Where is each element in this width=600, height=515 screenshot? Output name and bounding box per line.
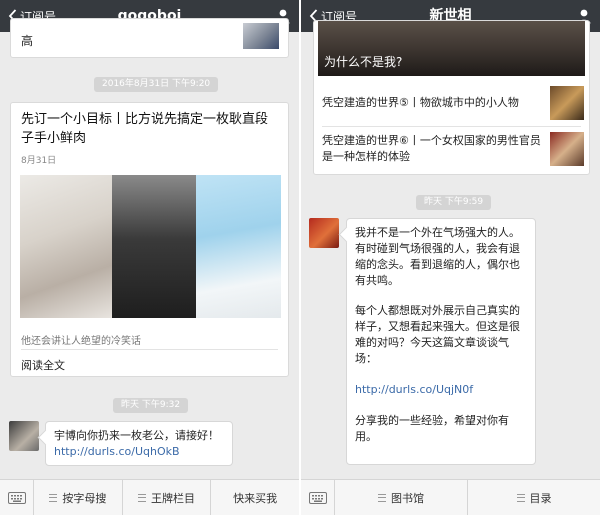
menu-item-shop[interactable]: 快来买我 xyxy=(211,480,299,515)
menu-item-search-by-letter[interactable]: 按字母搜 xyxy=(34,480,123,515)
message-paragraph-2: 每个人都想既对外展示自己真实的样子，又想看起来强大。但这是很难的对吗？今天这篇文… xyxy=(355,304,520,365)
menu-label: 按字母搜 xyxy=(62,491,107,505)
message-bubble[interactable]: 宇博向你扔来一枚老公，请接好！ http://durls.co/UqhOkB xyxy=(45,421,233,466)
chat-gogoboi: 订阅号 gogoboi 高 2016年8月31日 下午9:20 先订一个小目标丨… xyxy=(0,0,299,515)
article-item-2[interactable]: 凭空建造的世界⑥丨一个女权国家的男性官员是一种怎样的体验 xyxy=(314,129,591,173)
menu-label: 快来买我 xyxy=(233,491,278,505)
menu-bars-icon xyxy=(378,493,386,502)
menu-label: 目录 xyxy=(529,491,552,505)
divider xyxy=(21,349,278,350)
menu-label: 王牌栏目 xyxy=(151,491,195,505)
divider xyxy=(322,126,581,127)
timestamp: 昨天 下午9:59 xyxy=(416,195,492,210)
timestamp: 昨天 下午9:32 xyxy=(113,398,189,413)
cover-caption: 为什么不是我? xyxy=(324,55,403,69)
article-date: 8月31日 xyxy=(21,156,57,166)
chat-xinshixiang: 订阅号 新世相 为什么不是我? 凭空建造的世界⑤丨物欲城市中的小人物 凭空建造的… xyxy=(301,0,600,515)
menu-item-library[interactable]: 图书馆 xyxy=(335,480,468,515)
timestamp: 2016年8月31日 下午9:20 xyxy=(94,77,219,92)
keyboard-icon xyxy=(7,492,26,504)
screenshot: 订阅号 gogoboi 高 2016年8月31日 下午9:20 先订一个小目标丨… xyxy=(0,0,600,515)
message-paragraph-3: 分享我的一些经验，希望对你有用。 xyxy=(355,414,509,443)
card-tail-text: 高 xyxy=(21,34,34,48)
multi-article-card[interactable]: 为什么不是我? 凭空建造的世界⑤丨物欲城市中的小人物 凭空建造的世界⑥丨一个女权… xyxy=(313,20,590,175)
article-cover-image xyxy=(20,175,281,318)
menu-item-top-columns[interactable]: 王牌栏目 xyxy=(123,480,212,515)
cover-photo-2 xyxy=(112,175,196,318)
message-link[interactable]: http://durls.co/UqjN0f xyxy=(355,382,527,398)
article-title: 先订一个小目标丨比方说先搞定一枚耿直段子手小鲜肉 xyxy=(21,112,269,146)
read-more-link[interactable]: 阅读全文 xyxy=(21,357,65,373)
message-text: 宇博向你扔来一枚老公，请接好！ xyxy=(54,429,219,442)
card-thumbnail xyxy=(243,23,279,49)
cover-image[interactable]: 为什么不是我? xyxy=(318,21,585,76)
article-thumbnail xyxy=(550,86,584,120)
message-bubble[interactable]: 我并不是一个外在气场强大的人。有时碰到气场很强的人，我会有退缩的念头。看到退缩的… xyxy=(346,218,536,465)
article-item-title: 凭空建造的世界⑥丨一个女权国家的男性官员是一种怎样的体验 xyxy=(322,134,541,163)
message-link[interactable]: http://durls.co/UqhOkB xyxy=(54,444,224,460)
avatar[interactable] xyxy=(309,218,339,248)
article-card[interactable]: 先订一个小目标丨比方说先搞定一枚耿直段子手小鲜肉 8月31日 他还会讲让人绝望的… xyxy=(10,102,289,377)
article-summary: 他还会讲让人绝望的冷笑话 xyxy=(21,336,141,347)
avatar[interactable] xyxy=(9,421,39,451)
menu-item-catalog[interactable]: 目录 xyxy=(468,480,600,515)
menu-bars-icon xyxy=(138,493,146,502)
keyboard-toggle[interactable] xyxy=(0,480,34,515)
menu-bars-icon xyxy=(516,493,525,502)
cover-photo-1 xyxy=(20,175,112,318)
message-paragraph-1: 我并不是一个外在气场强大的人。有时碰到气场很强的人，我会有退缩的念头。看到退缩的… xyxy=(355,226,520,287)
cover-photo-3 xyxy=(196,175,281,318)
bottom-menu-bar: 图书馆 目录 xyxy=(301,479,600,515)
article-thumbnail xyxy=(550,132,584,166)
menu-bars-icon xyxy=(49,493,58,502)
previous-article-card[interactable]: 高 xyxy=(10,18,289,58)
keyboard-toggle[interactable] xyxy=(301,480,335,515)
keyboard-icon xyxy=(308,492,327,504)
menu-label: 图书馆 xyxy=(391,491,424,505)
article-item-1[interactable]: 凭空建造的世界⑤丨物欲城市中的小人物 xyxy=(314,83,591,123)
bottom-menu-bar: 按字母搜 王牌栏目 快来买我 xyxy=(0,479,299,515)
article-item-title: 凭空建造的世界⑤丨物欲城市中的小人物 xyxy=(322,96,519,109)
